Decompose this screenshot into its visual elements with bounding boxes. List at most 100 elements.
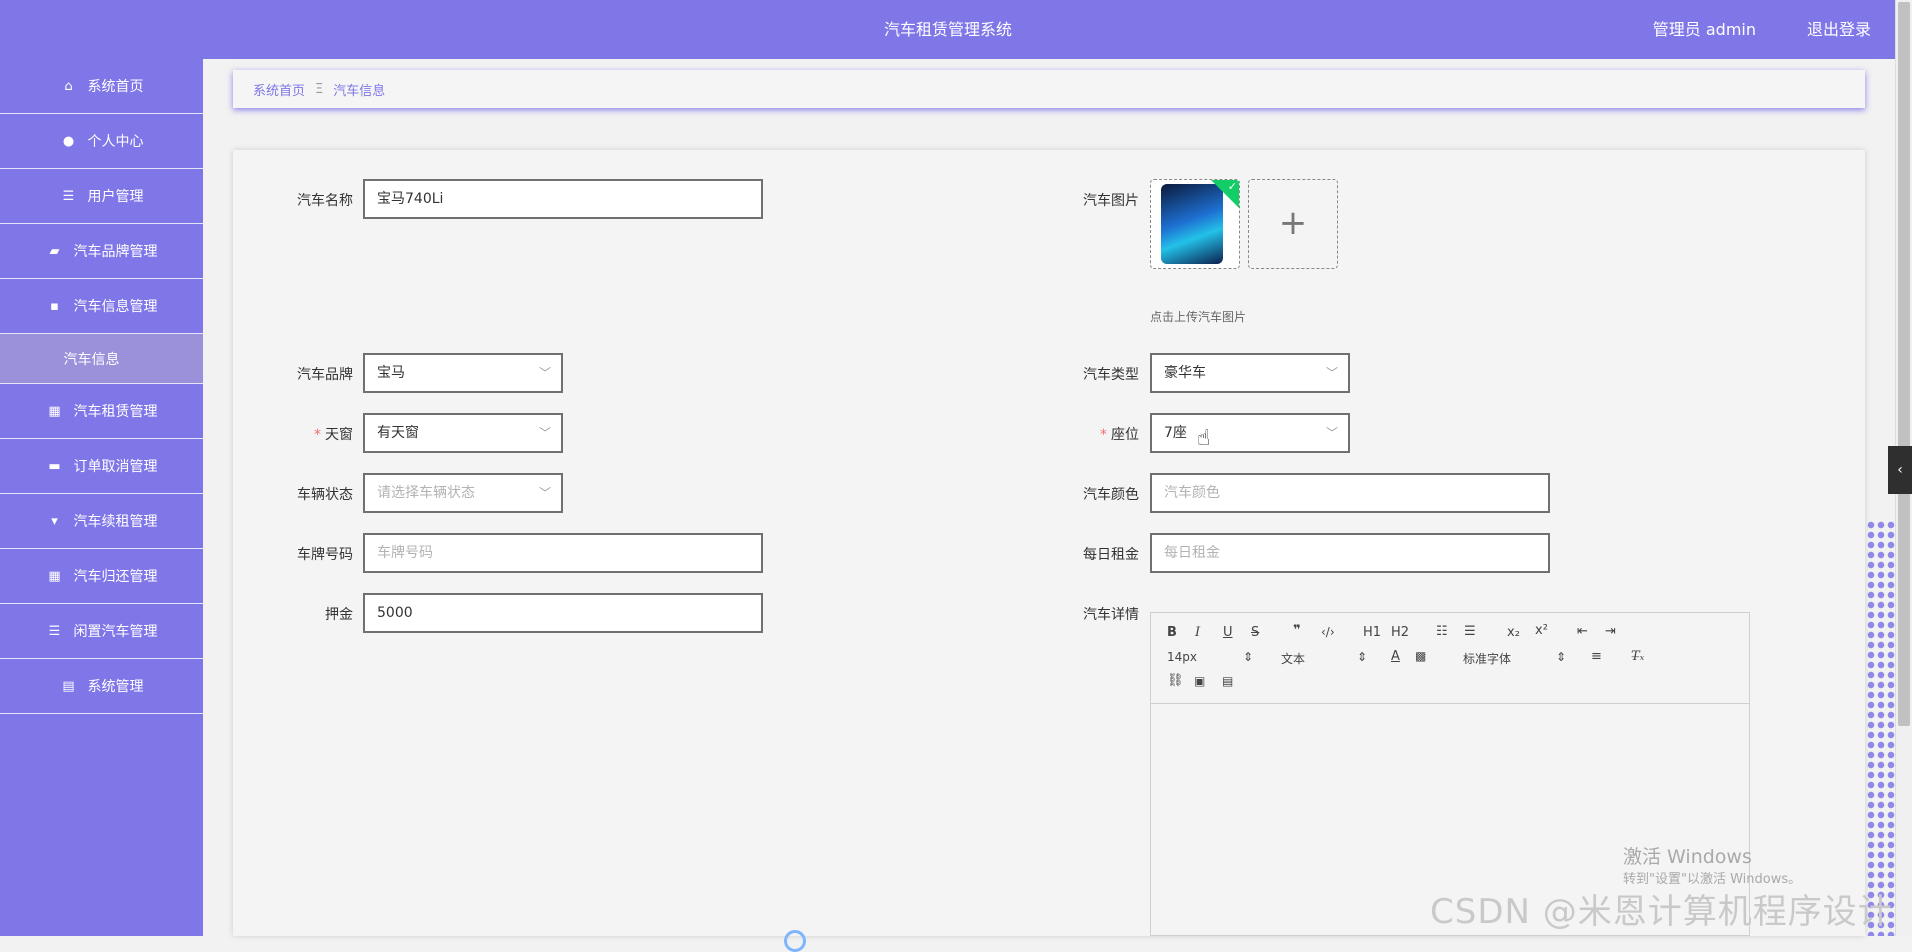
briefcase-icon: ▤ (62, 678, 75, 694)
bold-button[interactable]: B (1167, 625, 1177, 640)
car-image-thumbnail[interactable]: ✓ (1150, 179, 1240, 269)
current-user: 管理员 admin (1652, 20, 1756, 39)
daily-rent-input[interactable]: 每日租金 (1150, 533, 1550, 573)
sidebar-item-label: 订单取消管理 (73, 459, 158, 475)
sidebar-item-cancellations[interactable]: ▬ 订单取消管理 (0, 439, 203, 494)
wallet-icon: ▰ (49, 243, 60, 259)
sidebar-item-home[interactable]: ⌂ 系统首页 (0, 59, 203, 114)
hand-cursor-icon: ☝ (1197, 426, 1211, 451)
upload-image-button[interactable]: + (1248, 179, 1338, 269)
color-input[interactable]: 汽车颜色 (1150, 473, 1550, 513)
sidebar-item-brands[interactable]: ▰ 汽车品牌管理 (0, 224, 203, 279)
sort-icon: ⇕ (1556, 650, 1567, 664)
italic-button[interactable]: I (1195, 625, 1200, 640)
csdn-watermark: CSDN @米恩计算机程序设计 (1430, 892, 1893, 932)
sidebar-item-system[interactable]: ▤ 系统管理 (0, 659, 203, 714)
home-icon: ⌂ (64, 78, 73, 94)
underline-button[interactable]: U (1223, 625, 1233, 640)
superscript-icon[interactable]: x² (1535, 623, 1548, 638)
details-label: 汽车详情 (1083, 607, 1139, 623)
plate-input[interactable]: 车牌号码 (363, 533, 763, 573)
seats-select[interactable]: 7座 ﹀ (1150, 413, 1350, 453)
user-icon: ● (62, 133, 75, 149)
sidebar-item-label: 个人中心 (87, 134, 144, 150)
sunroof-select[interactable]: 有天窗 ﹀ (363, 413, 563, 453)
grid-icon: ▦ (48, 403, 61, 419)
heading1-button[interactable]: H1 (1363, 625, 1381, 640)
font-family-select[interactable]: 标准字体 (1463, 650, 1511, 667)
plus-icon: + (1278, 203, 1308, 243)
top-header: 汽车租赁管理系统 管理员 admin 退出登录 (0, 0, 1896, 59)
breadcrumb-home[interactable]: 系统首页 (253, 80, 305, 99)
sidebar-item-label: 用户管理 (87, 189, 144, 205)
blockquote-icon[interactable]: ❞ (1293, 623, 1301, 638)
chevron-down-icon: ﹀ (538, 426, 551, 440)
sidebar-item-idle-cars[interactable]: ☰ 闲置汽车管理 (0, 604, 203, 659)
sidebar-item-label: 汽车信息管理 (73, 299, 158, 315)
bullet-list-icon[interactable]: ☰ (1464, 624, 1476, 639)
indent-icon[interactable]: ⇥ (1605, 624, 1616, 639)
check-icon: ✓ (1227, 180, 1237, 193)
heading2-button[interactable]: H2 (1391, 625, 1409, 640)
color-label: 汽车颜色 (1083, 487, 1139, 503)
sidebar-item-label: 汽车租赁管理 (73, 404, 158, 420)
list-icon: ☰ (48, 623, 61, 639)
code-block-icon[interactable]: ‹/› (1321, 625, 1335, 639)
align-icon[interactable]: ≡ (1591, 649, 1602, 664)
sidebar-item-label: 汽车信息 (63, 351, 120, 368)
ticket-icon: ▬ (48, 458, 61, 474)
car-form-panel: 汽车名称 宝马740Li 汽车图片 ✓ + 点击上传汽车图片 汽车品牌 宝马 ﹀… (233, 150, 1865, 936)
brand-label: 汽车品牌 (297, 367, 353, 383)
ordered-list-icon[interactable]: ☷ (1436, 624, 1448, 639)
breadcrumb-current: 汽车信息 (333, 83, 386, 99)
sidebar-item-car-info[interactable]: ▪ 汽车信息管理 (0, 279, 203, 334)
outdent-icon[interactable]: ⇤ (1577, 624, 1588, 639)
chevron-down-icon: ﹀ (538, 366, 551, 380)
image-icon[interactable]: ▣ (1194, 674, 1205, 688)
loading-indicator (784, 930, 806, 952)
sidebar-item-renewals[interactable]: ▾ 汽车续租管理 (0, 494, 203, 549)
sidebar-item-label: 汽车续租管理 (73, 514, 158, 530)
app-title: 汽车租赁管理系统 (883, 20, 1012, 39)
collapse-panel-button[interactable]: ‹ (1888, 446, 1912, 494)
subscript-icon[interactable]: x₂ (1507, 625, 1520, 640)
brand-select[interactable]: 宝马 ﹀ (363, 353, 563, 393)
deposit-input[interactable]: 5000 (363, 593, 763, 633)
car-name-input[interactable]: 宝马740Li (363, 179, 763, 219)
sidebar-item-profile[interactable]: ● 个人中心 (0, 114, 203, 169)
chevron-left-icon: ‹ (1897, 462, 1903, 478)
scrollbar-thumb[interactable] (1898, 2, 1910, 726)
clear-format-icon[interactable]: T̶ₓ (1631, 649, 1644, 664)
grid-icon: ▦ (48, 568, 61, 584)
decorative-dots (1866, 520, 1896, 936)
chevron-down-icon: ﹀ (1325, 426, 1338, 440)
type-select[interactable]: 豪华车 ﹀ (1150, 353, 1350, 393)
status-label: 车辆状态 (297, 487, 353, 503)
font-color-icon[interactable]: A (1391, 649, 1400, 664)
block-format-select[interactable]: 文本 (1281, 650, 1305, 667)
car-name-label: 汽车名称 (297, 193, 353, 209)
font-size-select[interactable]: 14px (1167, 650, 1197, 664)
plate-label: 车牌号码 (297, 547, 353, 563)
daily-rent-label: 每日租金 (1083, 547, 1139, 563)
marker-icon: ▾ (51, 513, 58, 529)
sidebar-item-label: 汽车品牌管理 (73, 244, 158, 260)
sidebar-subitem-car-info[interactable]: 汽车信息 (0, 334, 203, 384)
sidebar-item-label: 闲置汽车管理 (73, 624, 158, 640)
sidebar-item-users[interactable]: ☰ 用户管理 (0, 169, 203, 224)
seats-label: * 座位 (1100, 427, 1139, 443)
sidebar-item-returns[interactable]: ▦ 汽车归还管理 (0, 549, 203, 604)
video-icon[interactable]: ▤ (1222, 674, 1233, 688)
status-select[interactable]: 请选择车辆状态 ﹀ (363, 473, 563, 513)
background-color-icon[interactable]: ▩ (1415, 649, 1426, 663)
logout-link[interactable]: 退出登录 (1807, 0, 1871, 59)
chevron-down-icon: ﹀ (1325, 366, 1338, 380)
sidebar-item-rentals[interactable]: ▦ 汽车租赁管理 (0, 384, 203, 439)
chat-icon: ▪ (50, 298, 59, 314)
sort-icon: ⇕ (1357, 650, 1368, 664)
sort-icon: ⇕ (1243, 650, 1254, 664)
sidebar-item-label: 系统管理 (87, 679, 144, 695)
link-icon[interactable]: ⛓ (1167, 673, 1184, 688)
strike-button[interactable]: S (1251, 625, 1259, 640)
sidebar: ⌂ 系统首页 ● 个人中心 ☰ 用户管理 ▰ 汽车品牌管理 ▪ 汽车信息管理 汽… (0, 59, 203, 936)
